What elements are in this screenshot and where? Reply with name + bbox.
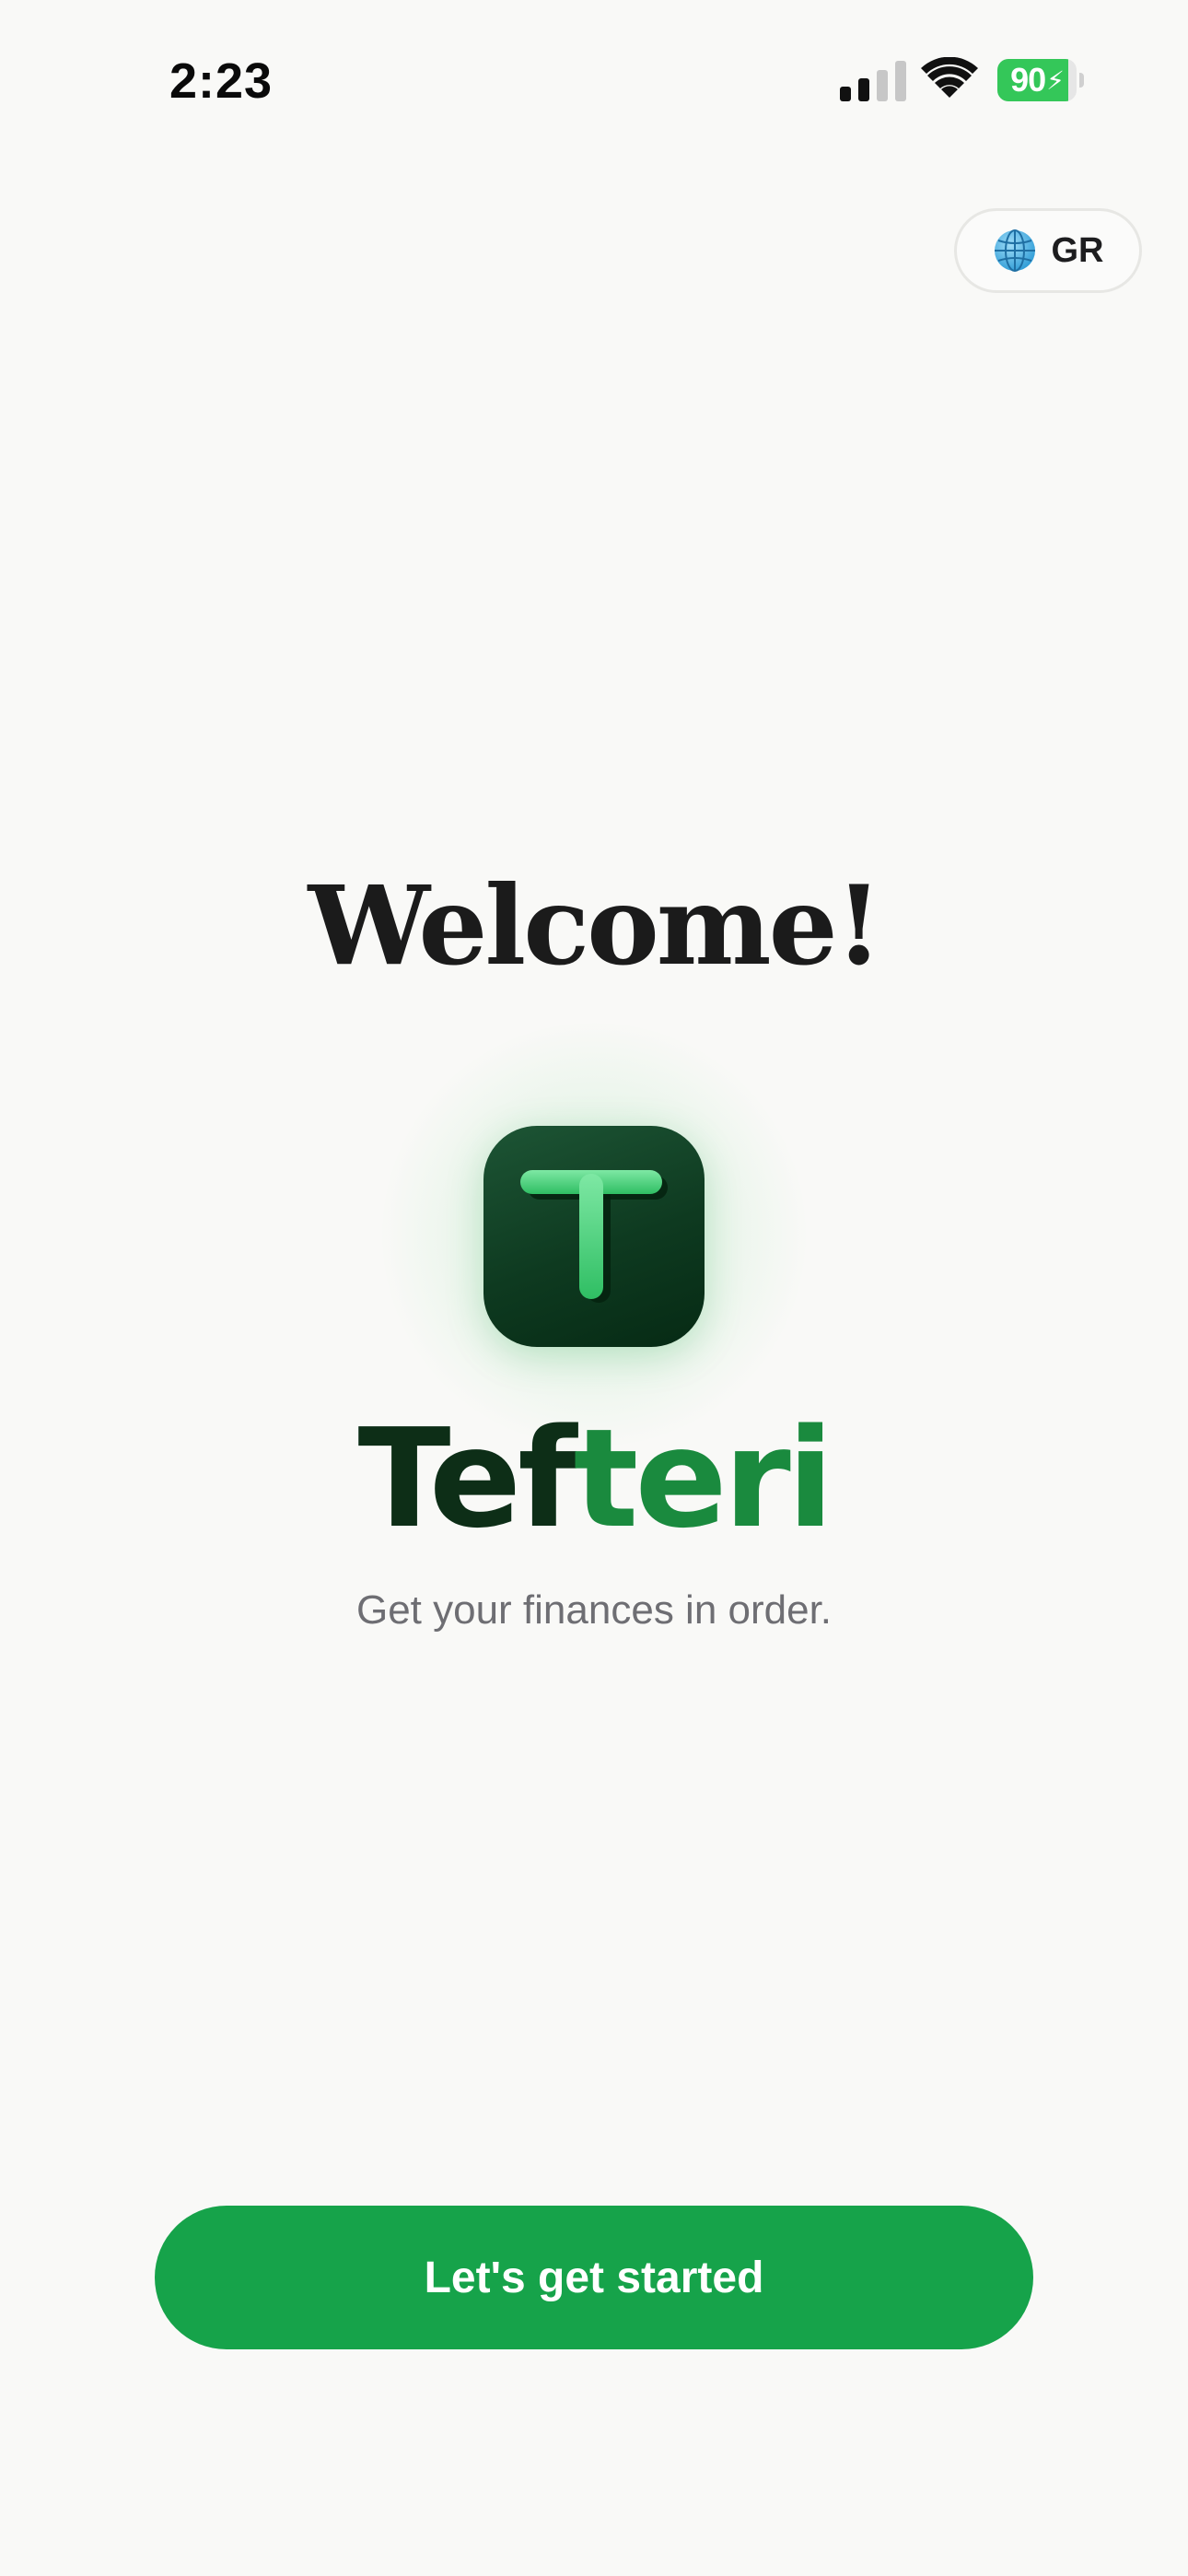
battery-icon: 90 ⚡ xyxy=(997,59,1084,101)
app-logo-icon xyxy=(483,1126,705,1347)
wifi-icon xyxy=(921,57,978,98)
globe-icon xyxy=(994,229,1035,272)
status-time: 2:23 xyxy=(169,53,274,109)
charging-bolt-icon: ⚡ xyxy=(1046,65,1065,95)
brand-name-green: teri xyxy=(573,1399,834,1558)
welcome-title: Welcome! xyxy=(308,861,882,989)
status-bar: 2:23 90 ⚡ xyxy=(0,0,1188,157)
cellular-signal-icon xyxy=(840,61,906,101)
battery-percent: 90 xyxy=(1010,61,1046,99)
welcome-screen: 2:23 90 ⚡ GR Welcome! Tefteri Get your f… xyxy=(0,0,1188,2576)
tagline: Get your finances in order. xyxy=(355,1587,833,1633)
get-started-button[interactable]: Let's get started xyxy=(155,2206,1033,2349)
language-selector-button[interactable]: GR xyxy=(954,208,1142,293)
brand-name: Tefteri xyxy=(0,1396,1188,1562)
brand-name-dark: Tef xyxy=(357,1399,577,1558)
language-label: GR xyxy=(1051,230,1104,270)
